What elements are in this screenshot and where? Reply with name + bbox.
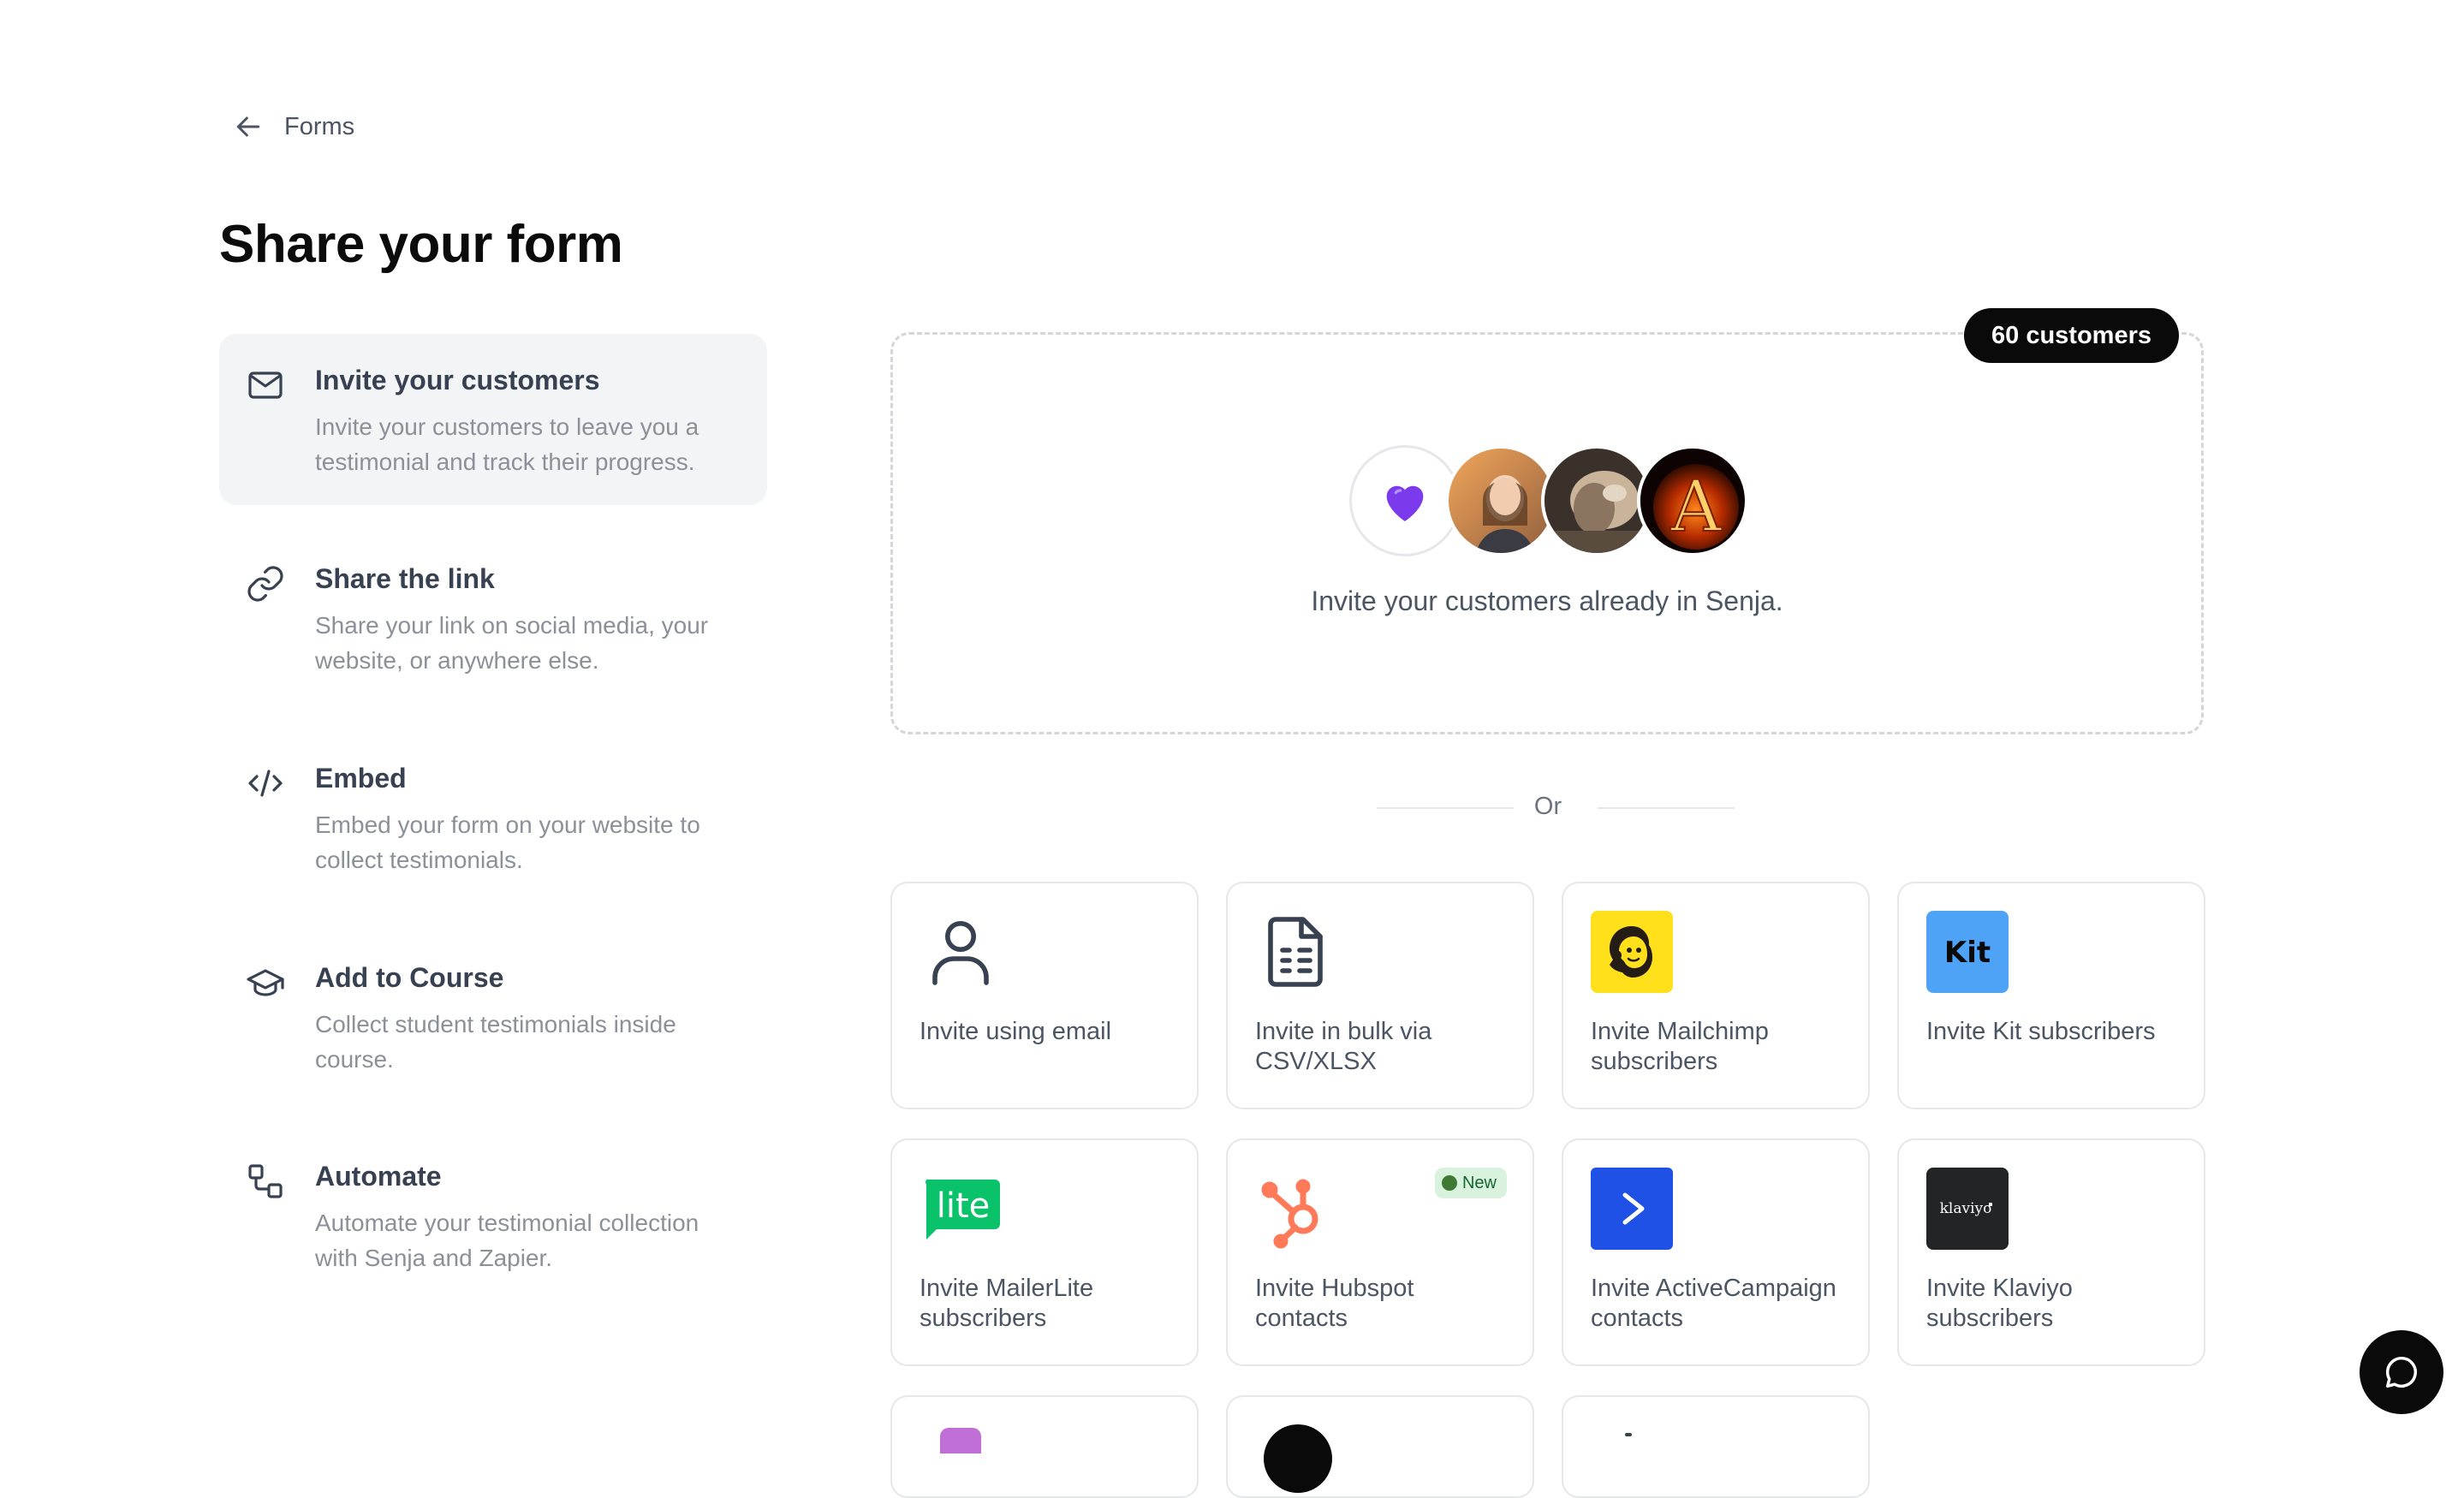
card-label: Invite ActiveCampaign contacts	[1591, 1275, 1836, 1332]
card-label: Invite Klaviyo subscribers	[1926, 1275, 2073, 1332]
invite-mailchimp-card[interactable]: Invite Mailchimp subscribers	[1562, 882, 1870, 1109]
user-icon	[920, 911, 1002, 993]
svg-text:Kit: Kit	[1944, 936, 1991, 970]
invite-activecampaign-card[interactable]: Invite ActiveCampaign contacts	[1562, 1138, 1870, 1366]
nav-item-description: Share your link on social media, your we…	[315, 612, 709, 674]
nav-item-title: Invite your customers	[315, 365, 600, 395]
page-title: Share your form	[219, 215, 623, 274]
integration-logo-icon	[1264, 1424, 1332, 1493]
nav-item-description: Collect student testimonials inside cour…	[315, 1011, 676, 1073]
card-label: Invite Mailchimp subscribers	[1591, 1018, 1769, 1075]
invite-mailerlite-card[interactable]: lite Invite MailerLite subscribers	[890, 1138, 1199, 1366]
customer-count-badge: 60 customers	[1964, 308, 2179, 363]
nav-item-title: Add to Course	[315, 962, 504, 993]
invite-hubspot-card[interactable]: New Invite Hubspot contacts	[1226, 1138, 1534, 1366]
integration-card[interactable]	[1226, 1395, 1534, 1498]
invite-email-card[interactable]: Invite using email	[890, 882, 1199, 1109]
customer-avatar: A	[1637, 445, 1748, 556]
card-label: Invite using email	[920, 1018, 1112, 1045]
invite-klaviyo-card[interactable]: klaviyo Invite Klaviyo subscribers	[1897, 1138, 2205, 1366]
card-label: Invite Kit subscribers	[1926, 1018, 2156, 1045]
card-label: Invite in bulk via CSV/XLSX	[1255, 1018, 1432, 1075]
invite-bulk-csv-card[interactable]: Invite in bulk via CSV/XLSX	[1226, 882, 1534, 1109]
integration-card[interactable]	[1562, 1395, 1870, 1498]
or-divider-label: Or	[1533, 793, 1562, 820]
mailchimp-logo-icon	[1591, 911, 1673, 993]
integration-logo-icon	[940, 1428, 981, 1453]
nav-item-title: Embed	[315, 763, 407, 794]
nav-item-share-link[interactable]: Share the link Share your link on social…	[219, 532, 767, 704]
activecampaign-logo-icon	[1591, 1168, 1673, 1250]
back-link[interactable]: Forms	[231, 110, 354, 144]
nav-item-title: Share the link	[315, 563, 495, 594]
nav-item-title: Automate	[315, 1161, 442, 1192]
workflow-icon	[245, 1161, 286, 1202]
graduation-cap-icon	[245, 962, 286, 1003]
spreadsheet-file-icon	[1255, 911, 1337, 993]
new-badge-label: New	[1461, 1173, 1497, 1192]
chat-bubble-icon	[2385, 1356, 2417, 1388]
divider-line	[1598, 807, 1735, 809]
new-badge: New	[1434, 1168, 1507, 1198]
svg-text:A: A	[1669, 467, 1723, 548]
invite-existing-customers-text: Invite your customers already in Senja.	[1311, 586, 1783, 616]
link-icon	[245, 563, 286, 604]
arrow-left-icon	[236, 116, 260, 137]
integration-logo-icon	[1625, 1433, 1632, 1436]
divider-line	[1377, 807, 1514, 809]
nav-item-automate[interactable]: Automate Automate your testimonial colle…	[219, 1130, 767, 1301]
nav-item-add-to-course[interactable]: Add to Course Collect student testimonia…	[219, 931, 767, 1103]
nav-item-invite-customers[interactable]: Invite your customers Invite your custom…	[219, 334, 767, 505]
nav-item-description: Embed your form on your website to colle…	[315, 811, 700, 873]
code-icon	[245, 763, 286, 804]
card-label: Invite MailerLite subscribers	[920, 1275, 1094, 1332]
svg-text:lite: lite	[937, 1186, 991, 1226]
nav-item-description: Invite your customers to leave you a tes…	[315, 413, 699, 475]
heart-avatar	[1349, 445, 1461, 556]
customer-avatar	[1445, 445, 1556, 556]
nav-item-description: Automate your testimonial collection wit…	[315, 1210, 699, 1271]
card-label: Invite Hubspot contacts	[1255, 1275, 1414, 1332]
globe-icon	[1441, 1175, 1457, 1191]
chat-button[interactable]	[2360, 1330, 2443, 1414]
invite-kit-card[interactable]: Kit Invite Kit subscribers	[1897, 882, 2205, 1109]
mail-icon	[245, 365, 286, 406]
hubspot-logo-icon	[1255, 1168, 1337, 1250]
nav-item-embed[interactable]: Embed Embed your form on your website to…	[219, 732, 767, 903]
integration-card[interactable]	[890, 1395, 1199, 1498]
mailerlite-logo-icon: lite	[920, 1168, 1002, 1250]
kit-logo-icon: Kit	[1926, 911, 2009, 993]
heart-icon	[1386, 485, 1424, 521]
svg-text:klaviyo: klaviyo	[1940, 1200, 1992, 1217]
invite-existing-customers-panel[interactable]	[890, 332, 2204, 734]
back-link-label: Forms	[284, 112, 355, 140]
klaviyo-logo-icon: klaviyo	[1926, 1168, 2009, 1250]
customer-avatar	[1541, 445, 1652, 556]
